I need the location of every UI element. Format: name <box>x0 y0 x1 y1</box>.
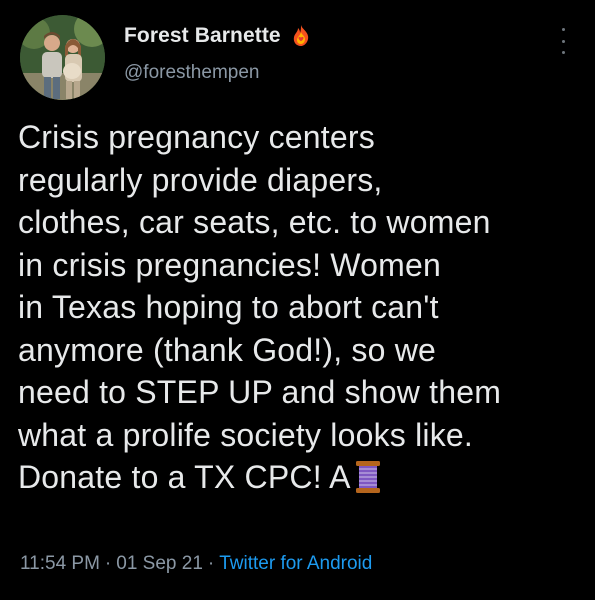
tweet-text: Crisis pregnancy centers regularly provi… <box>18 116 583 499</box>
author-handle[interactable]: @foresthempen <box>124 62 259 84</box>
tweet-text-line: need to STEP UP and show them <box>18 374 502 410</box>
author-name-row: Forest Barnette <box>124 24 313 48</box>
tweet-text-line: regularly provide diapers, <box>18 161 383 198</box>
tweet-text-line: in Texas hoping to abort can't <box>18 289 439 325</box>
display-name[interactable]: Forest Barnette <box>124 24 281 48</box>
spool-of-thread-icon <box>355 460 381 494</box>
profile-photo-icon <box>20 15 105 100</box>
tweet-source-link[interactable]: Twitter for Android <box>219 553 372 574</box>
more-dot <box>561 28 565 31</box>
tweet-text-line: anymore (thank God!), so we <box>18 331 437 368</box>
tweet-time[interactable]: 11:54 PM <box>20 553 100 574</box>
tweet-card: Forest Barnette @foresthempen Crisis pre… <box>0 0 595 600</box>
more-dot <box>561 39 565 43</box>
tweet-text-line: clothes, car seats, etc. to women <box>18 204 491 240</box>
avatar[interactable] <box>20 15 105 100</box>
fire-heart-icon <box>289 24 313 48</box>
tweet-text-line: in crisis pregnancies! Women <box>18 246 441 283</box>
tweet-text-line: Crisis pregnancy centers <box>18 119 375 155</box>
meta-separator: · <box>104 553 112 574</box>
meta-separator: · <box>207 553 215 574</box>
tweet-text-line: Donate to a TX CPC! A <box>18 459 351 495</box>
tweet-date[interactable]: 01 Sep 21 <box>116 553 203 574</box>
tweet-text-line-last: Donate to a TX CPC! A <box>18 456 583 499</box>
more-options-icon[interactable] <box>559 28 567 54</box>
tweet-meta: 11:54 PM · 01 Sep 21 · Twitter for Android <box>20 553 372 575</box>
more-dot <box>561 51 565 54</box>
tweet-text-line: what a prolife society looks like. <box>18 416 474 453</box>
